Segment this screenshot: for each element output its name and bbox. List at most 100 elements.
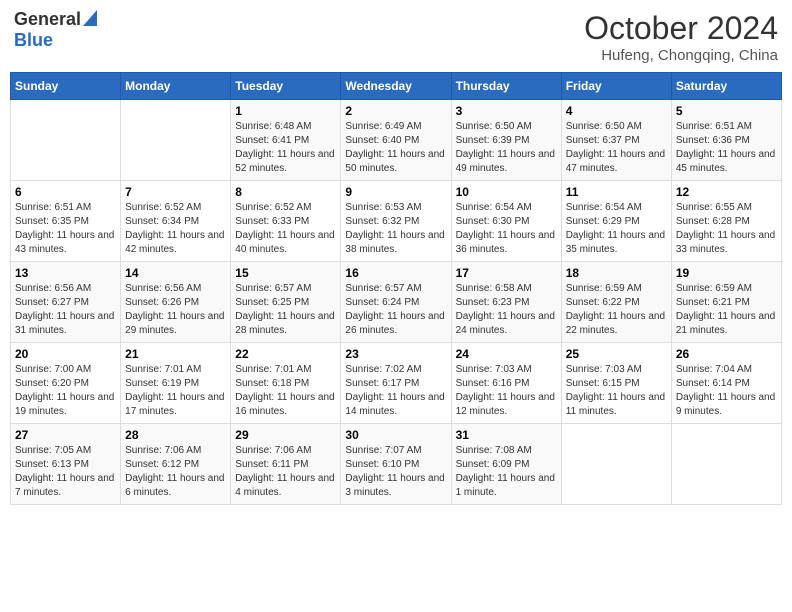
calendar-header-thursday: Thursday [451,73,561,100]
logo-blue: Blue [14,31,53,51]
day-number: 20 [15,347,116,361]
calendar-table: SundayMondayTuesdayWednesdayThursdayFrid… [10,72,782,505]
calendar-week-row: 27 Sunrise: 7:05 AM Sunset: 6:13 PM Dayli… [11,424,782,505]
day-number: 12 [676,185,777,199]
calendar-week-row: 1Sunrise: 6:48 AM Sunset: 6:41 PM Daylig… [11,100,782,181]
day-number: 3 [456,104,557,118]
calendar-cell: 3Sunrise: 6:50 AM Sunset: 6:39 PM Daylig… [451,100,561,181]
day-info: Sunrise: 6:53 AM Sunset: 6:32 PM Dayligh… [345,201,446,257]
day-info: Sunrise: 6:51 AM Sunset: 6:35 PM Dayligh… [15,201,116,257]
calendar-cell: 2Sunrise: 6:49 AM Sunset: 6:40 PM Daylig… [341,100,451,181]
calendar-cell: 17 Sunrise: 6:58 AM Sunset: 6:23 PM Dayli… [451,262,561,343]
calendar-header-wednesday: Wednesday [341,73,451,100]
calendar-header-saturday: Saturday [671,73,781,100]
day-info: Sunrise: 7:00 AM Sunset: 6:20 PM Dayligh… [15,363,116,419]
calendar-header-monday: Monday [121,73,231,100]
day-info: Sunrise: 7:04 AM Sunset: 6:14 PM Dayligh… [676,363,777,419]
day-number: 25 [566,347,667,361]
day-info: Sunrise: 6:57 AM Sunset: 6:25 PM Dayligh… [235,282,336,338]
calendar-cell: 8 Sunrise: 6:52 AM Sunset: 6:33 PM Daylig… [231,181,341,262]
calendar-cell: 16 Sunrise: 6:57 AM Sunset: 6:24 PM Dayli… [341,262,451,343]
logo: General Blue [14,10,97,50]
day-number: 27 [15,428,116,442]
day-info: Sunrise: 6:54 AM Sunset: 6:30 PM Dayligh… [456,201,557,257]
day-info: Sunrise: 6:58 AM Sunset: 6:23 PM Dayligh… [456,282,557,338]
calendar-cell: 18 Sunrise: 6:59 AM Sunset: 6:22 PM Dayli… [561,262,671,343]
day-info: Sunrise: 6:54 AM Sunset: 6:29 PM Dayligh… [566,201,667,257]
logo-triangle-icon [83,10,97,26]
calendar-cell: 10Sunrise: 6:54 AM Sunset: 6:30 PM Dayli… [451,181,561,262]
day-info: Sunrise: 6:55 AM Sunset: 6:28 PM Dayligh… [676,201,777,257]
calendar-cell: 14 Sunrise: 6:56 AM Sunset: 6:26 PM Dayli… [121,262,231,343]
day-info: Sunrise: 6:57 AM Sunset: 6:24 PM Dayligh… [345,282,446,338]
calendar-cell: 20 Sunrise: 7:00 AM Sunset: 6:20 PM Dayli… [11,343,121,424]
day-info: Sunrise: 6:59 AM Sunset: 6:22 PM Dayligh… [566,282,667,338]
calendar-week-row: 13Sunrise: 6:56 AM Sunset: 6:27 PM Dayli… [11,262,782,343]
day-number: 7 [125,185,226,199]
calendar-cell [671,424,781,505]
calendar-cell: 15 Sunrise: 6:57 AM Sunset: 6:25 PM Dayli… [231,262,341,343]
calendar-cell [121,100,231,181]
day-number: 17 [456,266,557,280]
day-info: Sunrise: 7:03 AM Sunset: 6:15 PM Dayligh… [566,363,667,419]
day-info: Sunrise: 6:52 AM Sunset: 6:33 PM Dayligh… [235,201,336,257]
calendar-cell [11,100,121,181]
day-number: 18 [566,266,667,280]
day-number: 1 [235,104,336,118]
day-number: 23 [345,347,446,361]
day-info: Sunrise: 7:06 AM Sunset: 6:11 PM Dayligh… [235,444,336,500]
day-number: 4 [566,104,667,118]
day-info: Sunrise: 7:01 AM Sunset: 6:18 PM Dayligh… [235,363,336,419]
day-info: Sunrise: 6:49 AM Sunset: 6:40 PM Dayligh… [345,120,446,176]
calendar-cell: 5 Sunrise: 6:51 AM Sunset: 6:36 PM Daylig… [671,100,781,181]
page-header: General Blue October 2024 Hufeng, Chongq… [10,10,782,64]
logo-general: General [14,10,81,30]
calendar-cell: 25 Sunrise: 7:03 AM Sunset: 6:15 PM Dayli… [561,343,671,424]
calendar-cell: 9 Sunrise: 6:53 AM Sunset: 6:32 PM Daylig… [341,181,451,262]
calendar-cell: 29 Sunrise: 7:06 AM Sunset: 6:11 PM Dayli… [231,424,341,505]
calendar-cell: 30 Sunrise: 7:07 AM Sunset: 6:10 PM Dayli… [341,424,451,505]
subtitle: Hufeng, Chongqing, China [584,47,778,64]
day-info: Sunrise: 6:56 AM Sunset: 6:27 PM Dayligh… [15,282,116,338]
calendar-cell: 11 Sunrise: 6:54 AM Sunset: 6:29 PM Dayli… [561,181,671,262]
calendar-cell [561,424,671,505]
day-info: Sunrise: 7:01 AM Sunset: 6:19 PM Dayligh… [125,363,226,419]
day-info: Sunrise: 6:52 AM Sunset: 6:34 PM Dayligh… [125,201,226,257]
day-number: 14 [125,266,226,280]
calendar-cell: 1Sunrise: 6:48 AM Sunset: 6:41 PM Daylig… [231,100,341,181]
day-number: 24 [456,347,557,361]
calendar-cell: 26Sunrise: 7:04 AM Sunset: 6:14 PM Dayli… [671,343,781,424]
calendar-cell: 23Sunrise: 7:02 AM Sunset: 6:17 PM Dayli… [341,343,451,424]
day-info: Sunrise: 7:05 AM Sunset: 6:13 PM Dayligh… [15,444,116,500]
title-block: October 2024 Hufeng, Chongqing, China [584,10,778,64]
day-number: 16 [345,266,446,280]
calendar-cell: 19 Sunrise: 6:59 AM Sunset: 6:21 PM Dayli… [671,262,781,343]
day-number: 11 [566,185,667,199]
day-info: Sunrise: 6:59 AM Sunset: 6:21 PM Dayligh… [676,282,777,338]
day-info: Sunrise: 6:50 AM Sunset: 6:37 PM Dayligh… [566,120,667,176]
day-number: 8 [235,185,336,199]
day-number: 15 [235,266,336,280]
day-number: 29 [235,428,336,442]
calendar-cell: 27 Sunrise: 7:05 AM Sunset: 6:13 PM Dayli… [11,424,121,505]
calendar-cell: 24 Sunrise: 7:03 AM Sunset: 6:16 PM Dayli… [451,343,561,424]
calendar-cell: 28Sunrise: 7:06 AM Sunset: 6:12 PM Dayli… [121,424,231,505]
day-info: Sunrise: 6:51 AM Sunset: 6:36 PM Dayligh… [676,120,777,176]
calendar-cell: 22Sunrise: 7:01 AM Sunset: 6:18 PM Dayli… [231,343,341,424]
calendar-cell: 31 Sunrise: 7:08 AM Sunset: 6:09 PM Dayli… [451,424,561,505]
calendar-cell: 12 Sunrise: 6:55 AM Sunset: 6:28 PM Dayli… [671,181,781,262]
day-number: 30 [345,428,446,442]
day-number: 28 [125,428,226,442]
day-info: Sunrise: 7:07 AM Sunset: 6:10 PM Dayligh… [345,444,446,500]
day-number: 31 [456,428,557,442]
day-info: Sunrise: 6:56 AM Sunset: 6:26 PM Dayligh… [125,282,226,338]
day-number: 5 [676,104,777,118]
day-number: 6 [15,185,116,199]
day-info: Sunrise: 7:08 AM Sunset: 6:09 PM Dayligh… [456,444,557,500]
calendar-header-friday: Friday [561,73,671,100]
main-title: October 2024 [584,10,778,47]
day-number: 9 [345,185,446,199]
calendar-week-row: 20 Sunrise: 7:00 AM Sunset: 6:20 PM Dayli… [11,343,782,424]
day-number: 19 [676,266,777,280]
day-info: Sunrise: 7:03 AM Sunset: 6:16 PM Dayligh… [456,363,557,419]
